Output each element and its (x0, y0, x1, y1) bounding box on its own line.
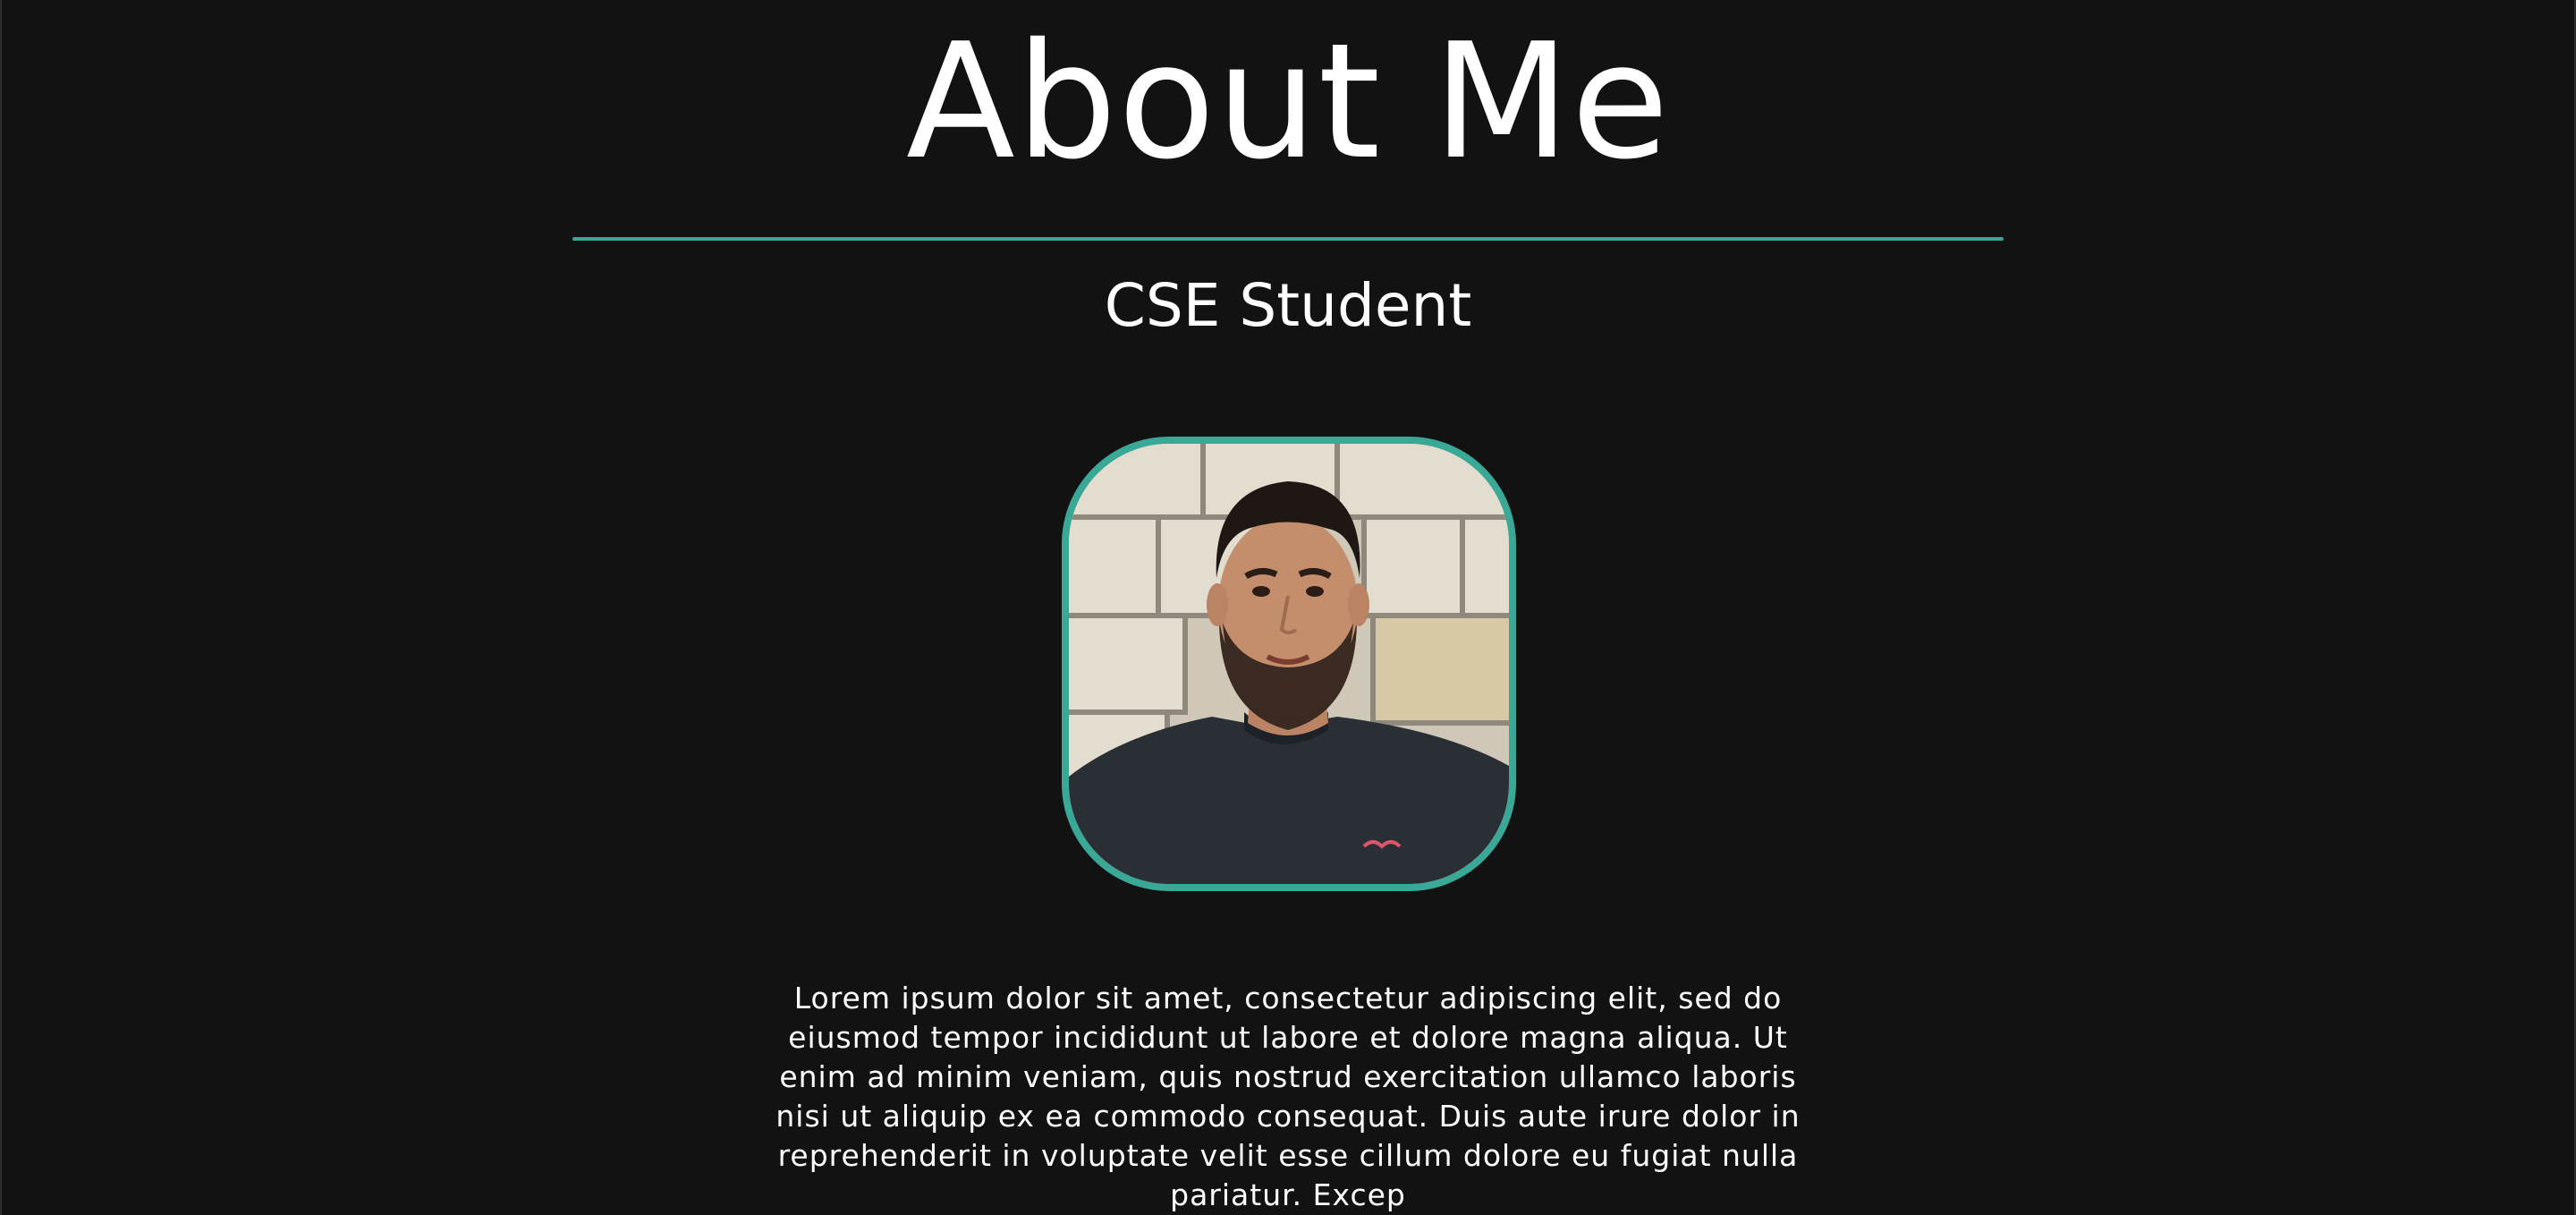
page-subtitle: CSE Student (1104, 271, 1472, 340)
bio-text: Lorem ipsum dolor sit amet, consectetur … (775, 981, 1801, 1212)
profile-photo (1062, 437, 1516, 891)
page-title: About Me (906, 9, 1670, 194)
title-divider (572, 237, 2004, 241)
profile-photo-illustration (1069, 444, 1509, 884)
